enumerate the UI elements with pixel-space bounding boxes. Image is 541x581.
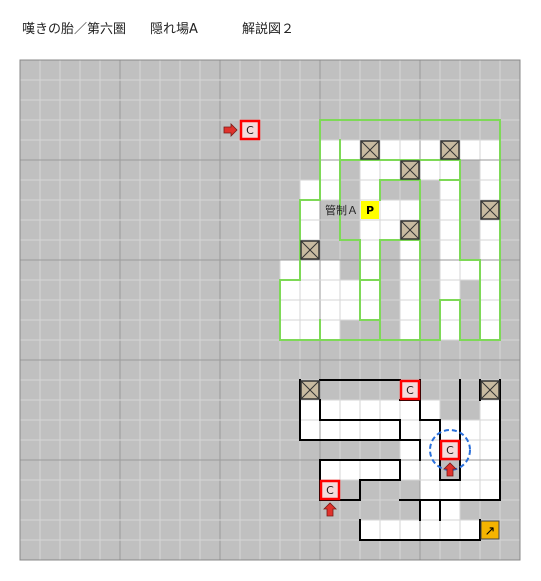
floor-tile — [480, 160, 500, 180]
floor-tile — [400, 260, 420, 280]
floor-tile — [420, 460, 440, 480]
crate-icon — [300, 240, 320, 260]
floor-tile — [440, 220, 460, 240]
floor-tile — [360, 260, 380, 280]
stairs-marker: ↗ — [480, 520, 500, 540]
floor-tile — [320, 460, 420, 480]
dungeon-map: C C C C P 管制Ａ ↗ — [19, 59, 521, 561]
floor-tile — [280, 320, 340, 340]
floor-tile — [480, 180, 500, 200]
floor-tile — [280, 300, 380, 320]
chest-label: C — [446, 444, 454, 457]
crate-icon — [300, 380, 320, 400]
floor-tile — [320, 160, 340, 180]
chest-marker-mid: C — [399, 379, 421, 401]
floor-tile — [400, 240, 420, 260]
floor-tile — [280, 260, 340, 280]
floor-tile — [440, 240, 460, 260]
pit-label: P — [366, 204, 374, 217]
pit-marker: P — [361, 201, 379, 219]
floor-tile — [400, 300, 420, 320]
crate-icon — [400, 160, 420, 180]
crate-icon — [360, 140, 380, 160]
floor-tile — [360, 180, 380, 200]
crate-icon — [400, 220, 420, 240]
stairs-icon: ↗ — [485, 524, 496, 539]
crate-icon — [440, 140, 460, 160]
floor-tile — [300, 220, 320, 240]
floor-tile — [440, 320, 460, 340]
floor-tile — [320, 140, 500, 160]
floor-tile — [480, 420, 500, 440]
floor-tile — [440, 280, 460, 300]
chest-label: C — [246, 124, 254, 137]
chest-label: C — [326, 484, 334, 497]
crate-icon — [480, 200, 500, 220]
floor-tile — [480, 320, 500, 340]
floor-tile — [480, 440, 500, 460]
floor-tile — [360, 240, 380, 260]
floor-tile — [300, 200, 320, 220]
floor-tile — [400, 320, 420, 340]
floor-tile — [400, 280, 420, 300]
floor-tile — [440, 260, 500, 280]
floor-tile — [480, 400, 500, 420]
floor-tile — [480, 280, 500, 300]
floor-tile — [440, 180, 460, 200]
floor-tile — [440, 300, 460, 320]
floor-tile — [480, 300, 500, 320]
chest-label: C — [406, 384, 414, 397]
control-label: 管制Ａ — [325, 203, 358, 217]
crate-icon — [480, 380, 500, 400]
floor-tile — [280, 280, 340, 300]
floor-tile — [480, 240, 500, 260]
floor-tile — [440, 200, 460, 220]
floor-tile — [480, 220, 500, 240]
